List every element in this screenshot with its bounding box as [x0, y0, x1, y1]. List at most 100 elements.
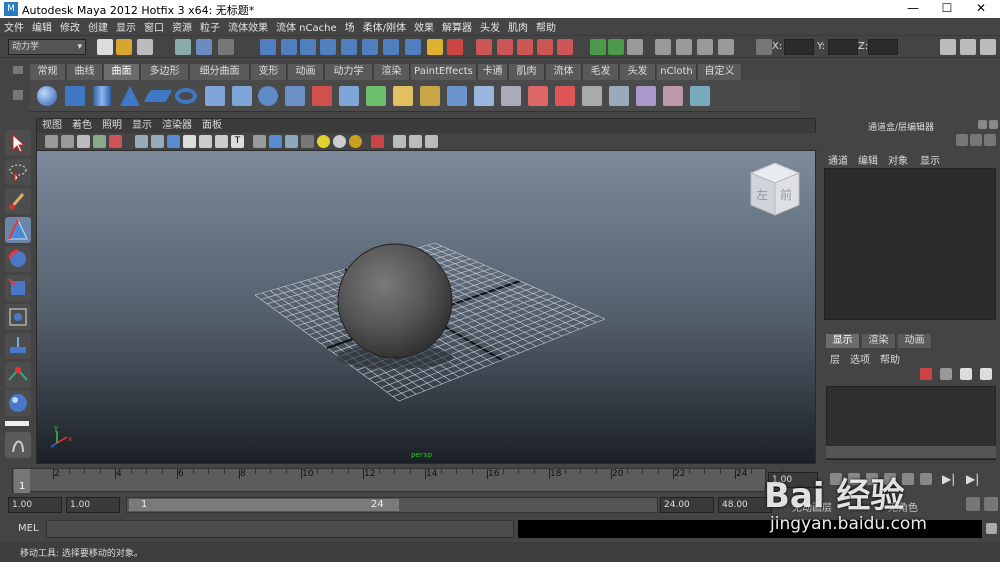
square-icon[interactable]	[366, 86, 386, 106]
step-forward-icon[interactable]: ▶|	[942, 472, 955, 486]
nurbs-cylinder-icon[interactable]	[93, 86, 111, 106]
bevel-icon[interactable]	[393, 86, 413, 106]
input-line-icon[interactable]	[590, 39, 606, 55]
channel-key-icon[interactable]	[956, 134, 968, 146]
attach-icon[interactable]	[555, 86, 575, 106]
layer-menu-layers[interactable]: 层	[830, 351, 840, 366]
shelf-tab-fluids[interactable]: 流体	[546, 64, 582, 80]
shelf-tab-fur[interactable]: 毛发	[583, 64, 619, 80]
select-tool-icon[interactable]	[5, 130, 31, 156]
last-tool-icon[interactable]	[5, 390, 31, 416]
birail-icon[interactable]	[312, 86, 332, 106]
cb-menu-channels[interactable]: 通道	[828, 152, 848, 167]
menu-solvers[interactable]: 解算器	[438, 18, 476, 35]
save-scene-icon[interactable]	[137, 39, 153, 55]
paint-select-tool-icon[interactable]	[5, 188, 31, 214]
y-field[interactable]	[828, 39, 858, 55]
new-layer-empty-icon[interactable]	[920, 368, 932, 380]
show-attribute-editor-icon[interactable]	[940, 39, 956, 55]
show-manipulator-icon[interactable]	[5, 362, 31, 388]
menu-modify[interactable]: 修改	[56, 18, 84, 35]
shelf-tab-menu-icon[interactable]	[13, 66, 23, 74]
shelf-tab-muscle[interactable]: 肌肉	[509, 64, 545, 80]
step-forward-key-icon[interactable]	[920, 473, 932, 485]
ipr-render-icon[interactable]	[497, 39, 513, 55]
shelf-tab-ncloth[interactable]: nCloth	[657, 64, 697, 80]
float-panel-icon[interactable]	[978, 120, 987, 129]
menu-fluid-ncache[interactable]: 流体 nCache	[272, 18, 341, 35]
layer-scrollbar[interactable]	[826, 446, 996, 458]
menu-edit[interactable]: 编辑	[28, 18, 56, 35]
shelf-tab-deformation[interactable]: 变形	[251, 64, 287, 80]
project-curve-icon[interactable]	[447, 86, 467, 106]
step-back-key-icon[interactable]	[866, 473, 878, 485]
xray-icon[interactable]	[393, 135, 406, 148]
panel-menu-show[interactable]: 显示	[127, 119, 157, 133]
shelf-tab-dynamics[interactable]: 动力学	[325, 64, 373, 80]
menu-effects[interactable]: 效果	[410, 18, 438, 35]
view-cube[interactable]: 左 前	[749, 162, 801, 216]
smooth-shade-icon[interactable]	[269, 135, 282, 148]
shelf-tab-hair[interactable]: 头发	[620, 64, 656, 80]
playback-start-field[interactable]: 1.00	[66, 497, 120, 513]
channel-speed-icon[interactable]	[970, 134, 982, 146]
extrude-icon[interactable]	[285, 86, 305, 106]
wireframe-on-shaded-icon[interactable]	[285, 135, 298, 148]
time-slider[interactable]: 1 2 4 6 8 10 12 14 16 18 20 22 24 1.00 ▶| ▶|	[0, 466, 1000, 494]
use-all-lights-icon[interactable]	[317, 135, 330, 148]
menu-window[interactable]: 窗口	[140, 18, 168, 35]
new-scene-icon[interactable]	[97, 39, 113, 55]
current-time-field[interactable]: 1.00	[768, 472, 818, 488]
safe-title-icon[interactable]: T	[231, 135, 244, 148]
go-to-end-icon[interactable]: ▶|	[966, 472, 979, 486]
panel-menu-panels[interactable]: 面板	[197, 119, 227, 133]
move-down-layer-icon[interactable]	[980, 368, 992, 380]
time-slider-track[interactable]: 1 2 4 6 8 10 12 14 16 18 20 22 24	[12, 468, 783, 493]
minimize-button[interactable]: —	[898, 0, 928, 18]
menu-file[interactable]: 文件	[0, 18, 28, 35]
script-editor-icon[interactable]	[986, 523, 997, 534]
animation-prefs-icon[interactable]	[984, 497, 998, 511]
high-quality-icon[interactable]	[349, 135, 362, 148]
step-back-icon[interactable]	[848, 473, 860, 485]
shadows-icon[interactable]	[333, 135, 346, 148]
show-channel-box-icon[interactable]	[980, 39, 996, 55]
camera-attributes-icon[interactable]	[61, 135, 74, 148]
range-slider-bar[interactable]	[129, 499, 399, 511]
open-scene-icon[interactable]	[116, 39, 132, 55]
mel-label[interactable]: MEL	[18, 523, 39, 534]
z-field[interactable]	[868, 39, 898, 55]
stitch-icon[interactable]	[636, 86, 656, 106]
select-object-icon[interactable]	[196, 39, 212, 55]
layer-tab-anim[interactable]: 动画	[898, 334, 932, 348]
trim-icon[interactable]	[501, 86, 521, 106]
x-field[interactable]	[784, 39, 814, 55]
render-settings-icon[interactable]	[517, 39, 533, 55]
menu-fluid-effects[interactable]: 流体效果	[224, 18, 272, 35]
scale-tool-icon[interactable]	[5, 275, 31, 301]
shelf-tab-animation[interactable]: 动画	[288, 64, 324, 80]
maximize-button[interactable]: ☐	[932, 0, 962, 18]
move-up-layer-icon[interactable]	[960, 368, 972, 380]
align-icon[interactable]	[609, 86, 629, 106]
graph-editor-icon[interactable]	[697, 39, 713, 55]
layer-menu-options[interactable]: 选项	[850, 351, 870, 366]
two-d-pan-icon[interactable]	[109, 135, 122, 148]
nurbs-sphere[interactable]	[337, 243, 453, 359]
menu-assets[interactable]: 资源	[168, 18, 196, 35]
animation-start-field[interactable]: 1.00	[8, 497, 62, 513]
character-set-dropdown[interactable]: 无角色	[888, 499, 918, 514]
panel-menu-lighting[interactable]: 照明	[97, 119, 127, 133]
panel-menu-renderer[interactable]: 渲染器	[157, 119, 197, 133]
go-to-start-icon[interactable]	[830, 473, 842, 485]
snap-live-icon[interactable]	[362, 39, 378, 55]
lock-icon[interactable]	[427, 39, 443, 55]
close-button[interactable]: ✕	[966, 0, 996, 18]
shelf-tab-rendering[interactable]: 渲染	[374, 64, 410, 80]
play-backward-icon[interactable]	[884, 473, 896, 485]
shelf-tab-toon[interactable]: 卡通	[478, 64, 508, 80]
hypershade-icon[interactable]	[537, 39, 553, 55]
layer-tab-render[interactable]: 渲染	[862, 334, 896, 348]
transform-mode-icon[interactable]	[756, 39, 772, 55]
close-panel-icon[interactable]	[989, 120, 998, 129]
